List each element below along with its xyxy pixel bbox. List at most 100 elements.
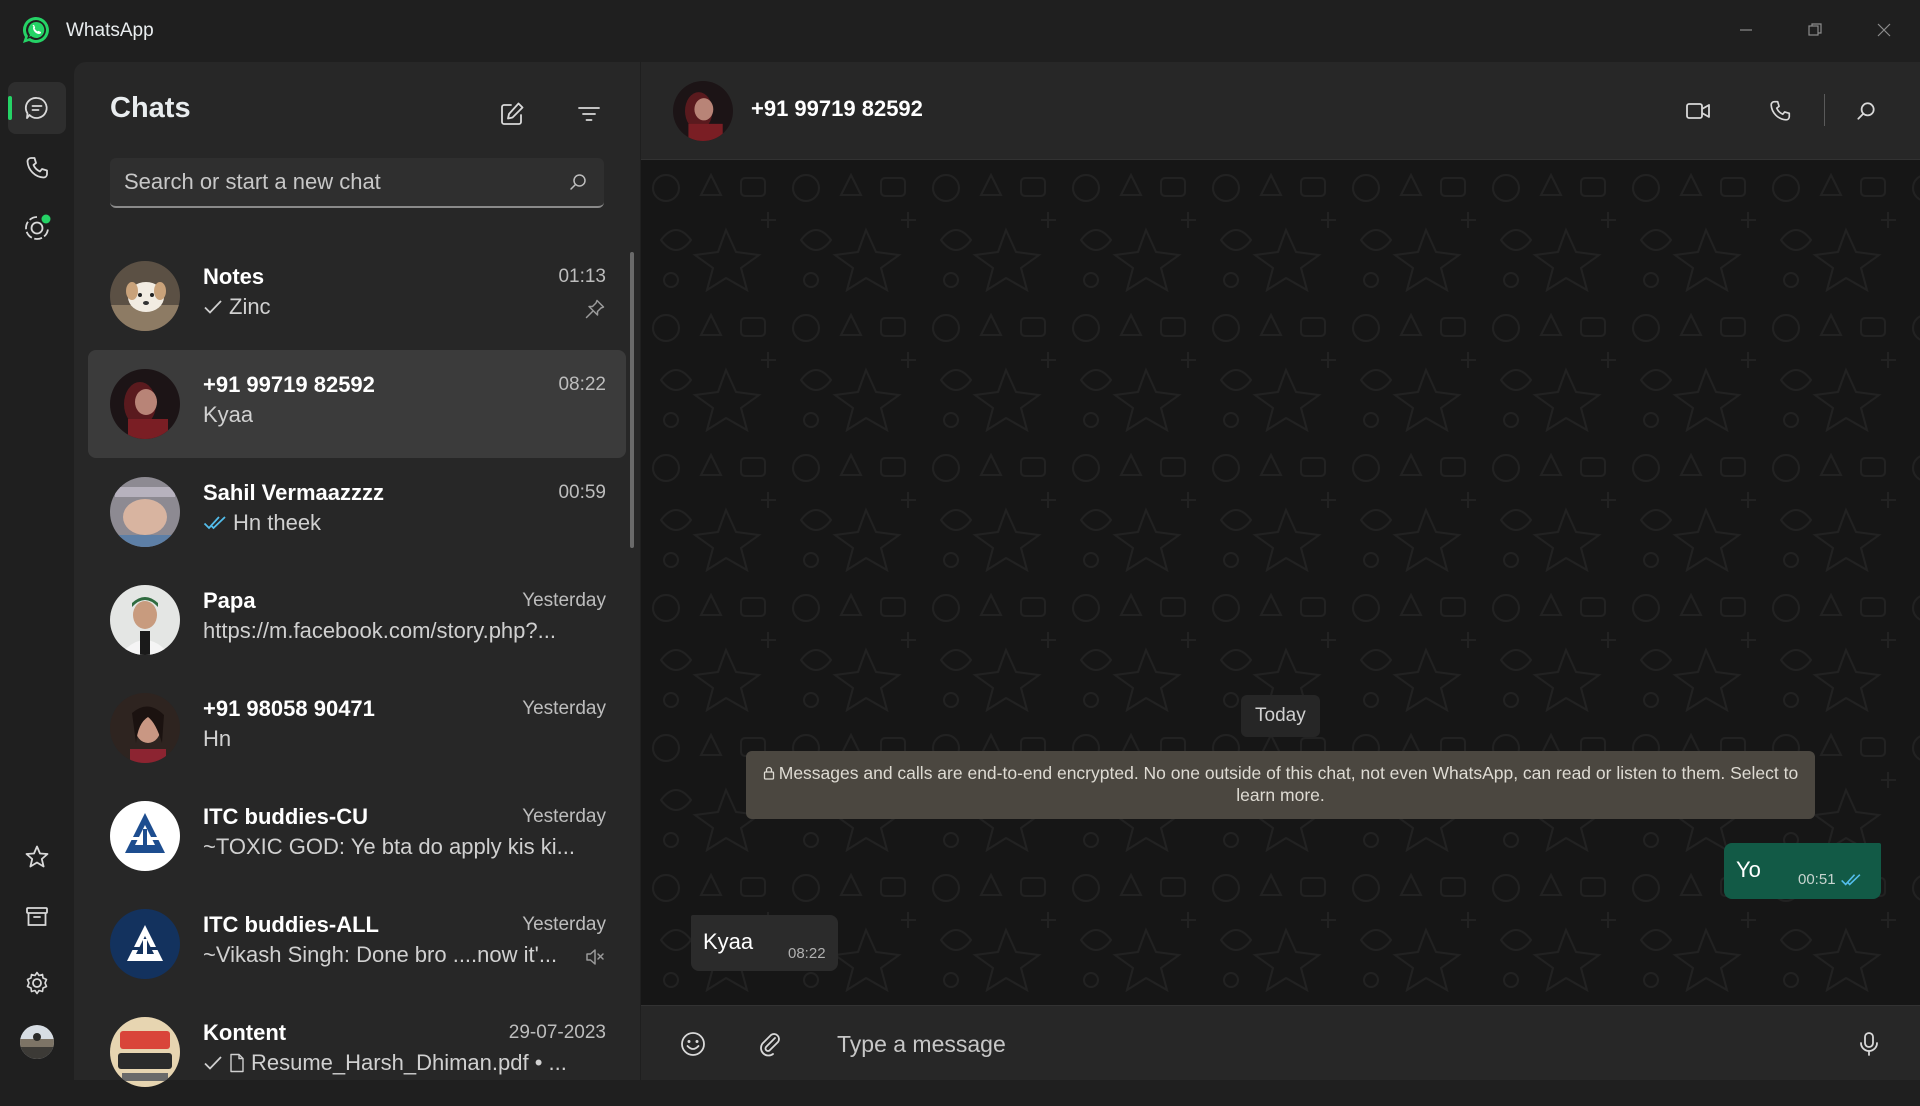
chat-list-item[interactable]: ITC buddies-ALL Yesterday ~Vikash Singh:… <box>88 890 626 998</box>
chat-preview-text: Hn theek <box>233 510 322 535</box>
single-tick-icon <box>203 298 223 316</box>
chats-nav-button[interactable] <box>8 82 66 134</box>
chat-list-panel: Chats Notes 01:13 Zinc <box>74 62 640 1087</box>
video-call-icon <box>1684 97 1712 125</box>
double-tick-icon <box>203 514 227 532</box>
mic-icon <box>1856 1030 1882 1058</box>
calls-nav-button[interactable] <box>8 142 66 194</box>
star-icon <box>23 843 51 871</box>
chat-list-item[interactable]: Papa Yesterday https://m.facebook.com/st… <box>88 566 626 674</box>
chat-preview-text: Kyaa <box>203 402 254 427</box>
search-box <box>110 158 604 208</box>
chat-preview-text: Hn <box>203 726 232 751</box>
profile-button[interactable] <box>8 1016 66 1068</box>
chat-preview-text: https://m.facebook.com/story.php?... <box>203 618 556 643</box>
double-tick-icon <box>1840 872 1862 888</box>
document-icon <box>229 1053 245 1073</box>
compose-icon <box>498 100 526 128</box>
chat-preview: Hn theek <box>203 510 321 536</box>
message-text: Kyaa <box>703 929 754 954</box>
message-composer <box>641 1005 1920 1080</box>
emoji-icon <box>679 1030 707 1058</box>
search-icon <box>1855 100 1877 122</box>
emoji-button[interactable] <box>671 1022 715 1066</box>
nav-rail <box>0 62 74 1080</box>
message-input[interactable] <box>837 1026 1817 1062</box>
encryption-notice-text: Messages and calls are end-to-end encryp… <box>778 763 1799 805</box>
chat-name: ITC buddies-CU <box>203 804 368 829</box>
avatar <box>110 585 180 655</box>
voice-message-button[interactable] <box>1847 1022 1891 1066</box>
pin-icon <box>584 298 606 320</box>
attach-icon <box>756 1030 784 1058</box>
conversation-pane: +91 99719 82592 Today Messages and calls… <box>641 62 1920 1080</box>
chat-list-item[interactable]: ITC buddies-CU Yesterday ~TOXIC GOD: Ye … <box>88 782 626 890</box>
chat-time: Yesterday <box>522 698 606 719</box>
chat-list-item[interactable]: Sahil Vermaazzzz 00:59 Hn theek <box>88 458 626 566</box>
status-icon <box>22 213 52 243</box>
message-time: 00:51 <box>1798 871 1836 888</box>
chat-icon <box>23 94 51 122</box>
chat-name: +91 99719 82592 <box>203 372 375 397</box>
chat-preview: ~TOXIC GOD: Ye bta do apply kis ki... <box>203 834 575 860</box>
message-meta: 00:51 <box>1798 871 1862 888</box>
settings-nav-button[interactable] <box>8 957 66 1009</box>
itc-logo-icon <box>110 801 180 871</box>
message-time: 08:22 <box>788 945 826 962</box>
chat-preview: ~Vikash Singh: Done bro ....now it'... <box>203 942 557 968</box>
search-in-chat-button[interactable] <box>1845 90 1887 132</box>
avatar <box>110 477 180 547</box>
contact-name[interactable]: +91 99719 82592 <box>751 96 923 122</box>
chat-time: Yesterday <box>522 914 606 935</box>
itc-logo-icon <box>110 909 180 979</box>
avatar <box>20 1025 54 1059</box>
archived-nav-button[interactable] <box>8 891 66 943</box>
chat-name: ITC buddies-ALL <box>203 912 379 937</box>
video-call-button[interactable] <box>1677 90 1719 132</box>
chat-name: Sahil Vermaazzzz <box>203 480 384 505</box>
chat-preview-text: Resume_Harsh_Dhiman.pdf • ... <box>251 1050 567 1075</box>
minimize-icon[interactable] <box>1726 14 1766 46</box>
restore-icon[interactable] <box>1795 14 1835 46</box>
chat-name: Kontent <box>203 1020 287 1045</box>
starred-nav-button[interactable] <box>8 831 66 883</box>
chat-time: 08:22 <box>558 374 606 395</box>
voice-call-button[interactable] <box>1759 90 1801 132</box>
phone-icon <box>23 154 51 182</box>
chat-list-scrollbar[interactable] <box>630 252 634 548</box>
chat-list-item-selected[interactable]: +91 99719 82592 08:22 Kyaa <box>88 350 626 458</box>
chat-preview-text: ~Vikash Singh: Done bro ....now it'... <box>203 942 558 967</box>
message-text: Yo <box>1736 857 1761 882</box>
chat-time: 29-07-2023 <box>508 1022 606 1043</box>
close-icon[interactable] <box>1864 14 1904 46</box>
chat-name: +91 98058 90471 <box>203 696 375 721</box>
app-title: WhatsApp <box>66 20 154 41</box>
chat-list: Notes 01:13 Zinc +91 99719 82592 08:22 K… <box>88 242 626 1106</box>
header-divider <box>1824 94 1825 126</box>
outgoing-message[interactable]: Yo 00:51 <box>1724 843 1881 899</box>
archive-icon <box>23 903 51 931</box>
chat-time: Yesterday <box>522 806 606 827</box>
chat-preview-text: Zinc <box>229 294 271 319</box>
status-nav-button[interactable] <box>8 202 66 254</box>
single-tick-icon <box>203 1054 223 1072</box>
encryption-notice[interactable]: Messages and calls are end-to-end encryp… <box>746 751 1815 819</box>
chat-time: 01:13 <box>558 266 606 287</box>
new-chat-button[interactable] <box>494 96 530 132</box>
chat-preview: Zinc <box>203 294 271 320</box>
incoming-message[interactable]: Kyaa 08:22 <box>691 915 838 971</box>
avatar <box>110 369 180 439</box>
chat-list-item[interactable]: Kontent 29-07-2023 Resume_Harsh_Dhiman.p… <box>88 998 626 1106</box>
filter-button[interactable] <box>571 96 607 132</box>
attach-button[interactable] <box>748 1022 792 1066</box>
conversation-header[interactable]: +91 99719 82592 <box>641 62 1920 160</box>
chat-list-item[interactable]: Notes 01:13 Zinc <box>88 242 626 350</box>
avatar <box>110 693 180 763</box>
chat-time: Yesterday <box>522 590 606 611</box>
gear-icon <box>23 969 51 997</box>
avatar[interactable] <box>673 81 733 141</box>
chat-list-item[interactable]: +91 98058 90471 Yesterday Hn <box>88 674 626 782</box>
search-input[interactable] <box>124 169 564 195</box>
search-icon[interactable] <box>568 172 588 192</box>
chat-name: Notes <box>203 264 265 289</box>
